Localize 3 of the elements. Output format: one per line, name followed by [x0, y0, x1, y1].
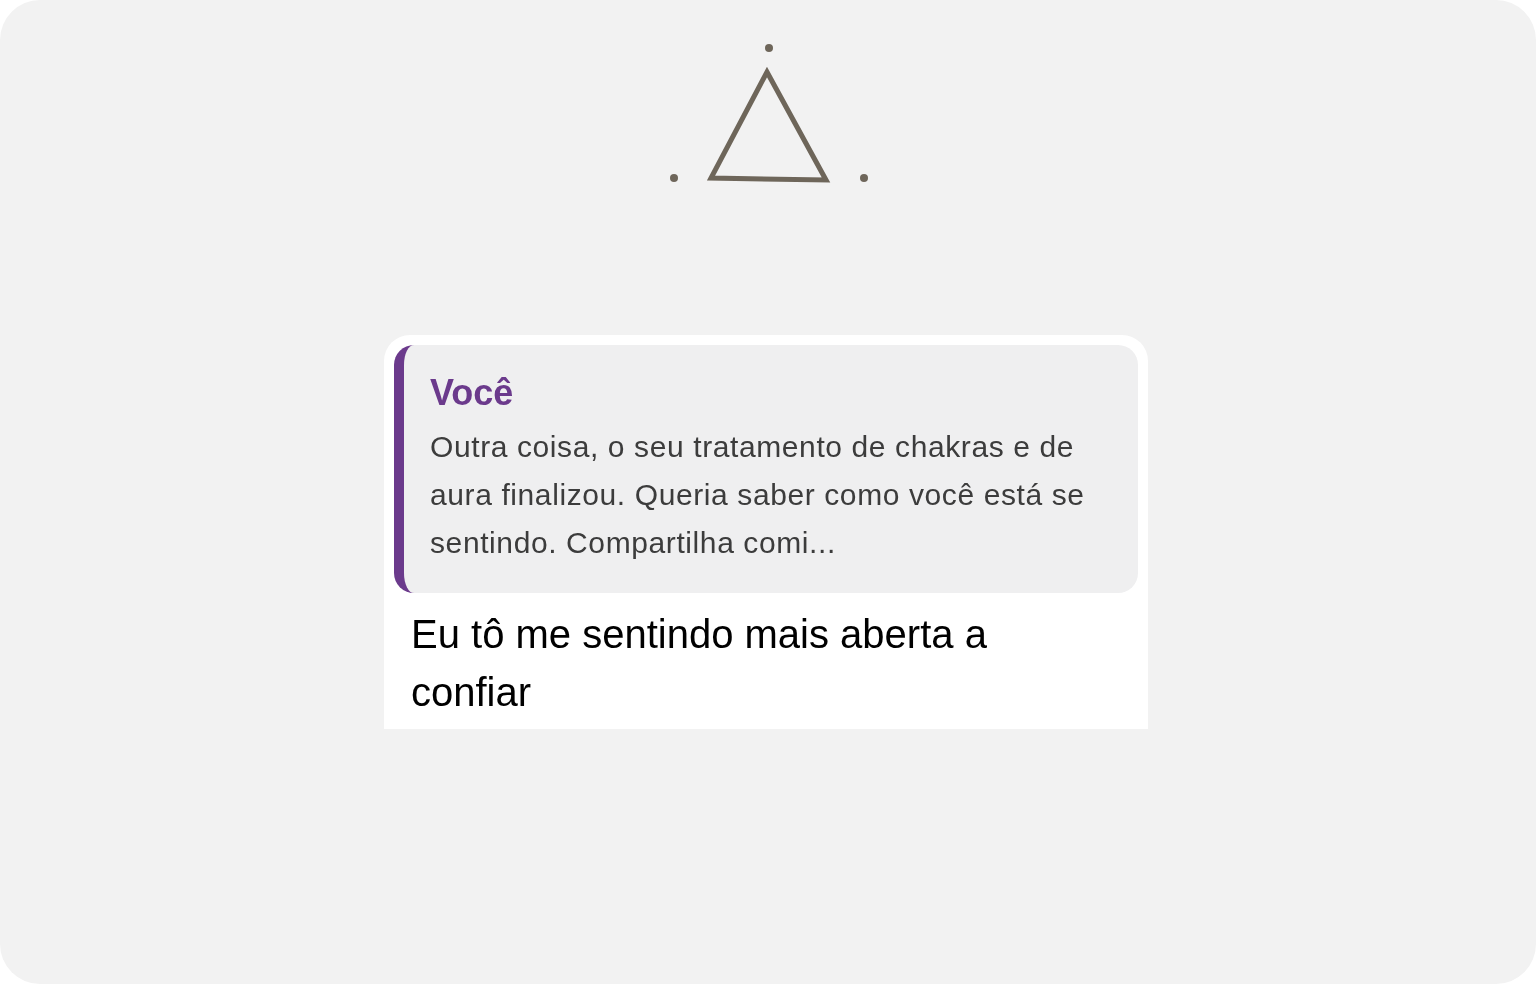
message-text: Eu tô me sentindo mais aberta a confiar — [410, 611, 988, 716]
quote-author: Você — [430, 371, 515, 415]
quote-text: Outra coisa, o seu tratamento de chakras e de aura finalizou. Queria saber como você está se sentindo. Compartilha comi... — [430, 429, 1086, 561]
